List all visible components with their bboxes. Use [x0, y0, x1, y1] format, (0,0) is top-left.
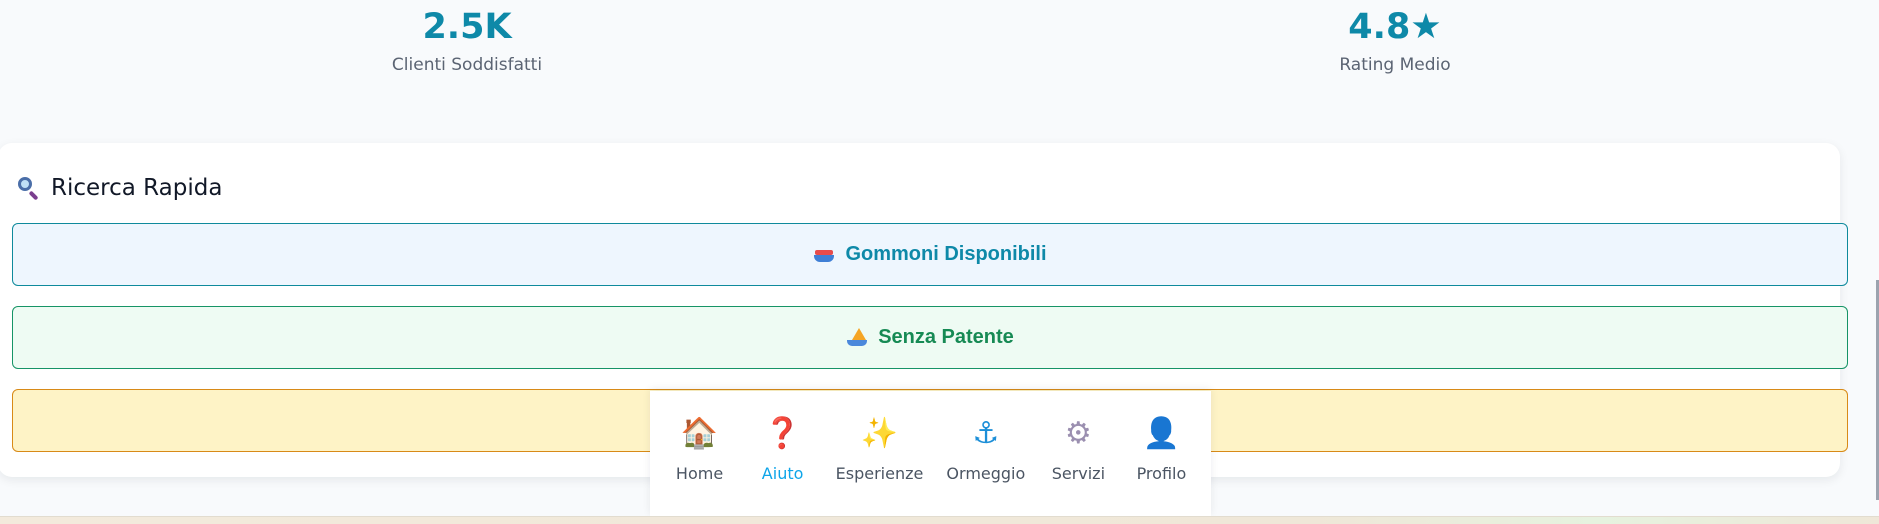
house-icon: 🏠: [680, 416, 719, 451]
available-dinghies-button[interactable]: Gommoni Disponibili: [12, 223, 1848, 286]
speedboat-icon: [813, 246, 835, 264]
nav-item-ormeggio[interactable]: ⚓ Ormeggio: [946, 416, 1025, 483]
no-license-label: Senza Patente: [878, 326, 1014, 348]
nav-item-servizi[interactable]: ⚙ Servizi: [1048, 416, 1108, 483]
quick-search-title-text: Ricerca Rapida: [51, 175, 223, 201]
stat-rating-label: Rating Medio: [1339, 55, 1451, 75]
sailboat-icon: [846, 327, 868, 347]
stat-rating-value: 4.8★: [1348, 7, 1442, 47]
no-license-button[interactable]: Senza Patente: [12, 306, 1848, 369]
stat-clients-value: 2.5K: [422, 7, 512, 47]
stat-clients: 2.5K Clienti Soddisfatti: [317, 0, 617, 75]
quick-search-title: Ricerca Rapida: [16, 171, 222, 205]
bottom-nav: 🏠 Home ❓ Aiuto ✨ Esperienze ⚓ Ormeggio ⚙…: [650, 391, 1211, 516]
nav-item-aiuto-label: Aiuto: [761, 464, 804, 483]
nav-item-home-label: Home: [675, 464, 724, 483]
nav-item-servizi-label: Servizi: [1051, 464, 1106, 483]
person-icon: 👤: [1142, 416, 1181, 451]
nav-item-profilo-label: Profilo: [1136, 464, 1187, 483]
stat-rating: 4.8★ Rating Medio: [1245, 0, 1545, 75]
stat-clients-label: Clienti Soddisfatti: [391, 55, 543, 75]
gear-icon: ⚙: [1064, 416, 1092, 451]
nav-item-ormeggio-label: Ormeggio: [946, 464, 1026, 483]
sparkles-icon: ✨: [860, 416, 899, 451]
nav-item-esperienze[interactable]: ✨ Esperienze: [836, 416, 924, 483]
available-dinghies-label: Gommoni Disponibili: [845, 243, 1047, 265]
nav-item-profilo[interactable]: 👤 Profilo: [1131, 416, 1191, 483]
anchor-icon: ⚓: [972, 416, 1000, 451]
magnifying-glass-icon: [16, 176, 40, 201]
question-mark-icon: ❓: [763, 416, 802, 451]
nav-item-home[interactable]: 🏠 Home: [670, 416, 730, 483]
nav-item-aiuto[interactable]: ❓ Aiuto: [753, 416, 813, 483]
nav-item-esperienze-label: Esperienze: [835, 464, 924, 483]
